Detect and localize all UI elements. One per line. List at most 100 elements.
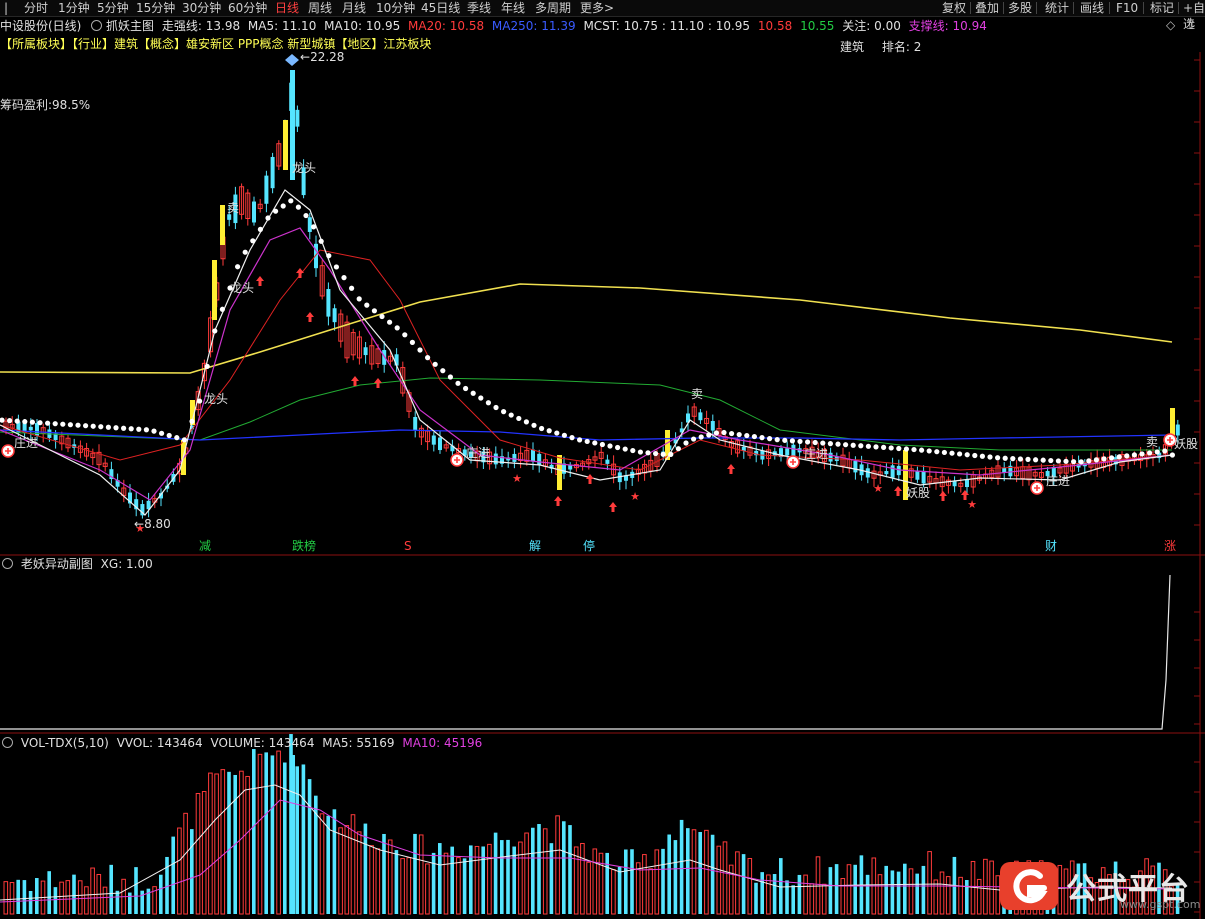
support-dot xyxy=(121,425,127,431)
support-dot xyxy=(371,308,377,314)
volume-bar xyxy=(747,858,753,915)
volume-bar xyxy=(190,829,194,914)
star-icon: ★ xyxy=(512,472,522,485)
sub-panel-title[interactable]: 老妖异动副图 xyxy=(21,557,93,571)
volume-bar xyxy=(779,858,783,914)
volume-bar xyxy=(72,874,76,914)
volume-bar xyxy=(413,833,417,914)
volume-bar xyxy=(524,832,529,915)
highlight-bar xyxy=(283,120,288,170)
volume-bar xyxy=(580,842,585,915)
support-dot xyxy=(295,204,301,210)
volume-bar xyxy=(500,840,504,914)
support-dot xyxy=(911,446,917,453)
support-dot xyxy=(288,198,294,204)
support-dot xyxy=(174,435,180,441)
dragon-signal: 龙头 xyxy=(204,392,229,406)
volume-bar xyxy=(716,845,722,915)
volume-bar xyxy=(208,772,213,915)
event-tag[interactable]: 减 xyxy=(199,539,211,553)
candle-body xyxy=(413,417,418,431)
support-dot xyxy=(1048,457,1054,464)
event-tag[interactable]: 跌榜 xyxy=(292,539,316,553)
support-dot xyxy=(1131,452,1137,458)
support-dot xyxy=(501,409,507,415)
candle-body xyxy=(915,470,920,480)
support-dot xyxy=(789,438,796,444)
event-tag[interactable]: 解 xyxy=(529,539,541,553)
support-dot xyxy=(143,427,149,433)
support-dot xyxy=(197,398,203,404)
support-dot xyxy=(691,436,697,442)
support-dot xyxy=(736,431,742,438)
volume-bar xyxy=(431,852,436,914)
candle-body xyxy=(698,412,703,421)
event-tag[interactable]: 停 xyxy=(583,539,595,553)
volume-bar xyxy=(171,836,175,914)
brand-logo-icon xyxy=(1000,862,1058,910)
support-dot xyxy=(957,451,963,457)
support-dot xyxy=(934,449,940,455)
brand-logo-glyph xyxy=(1013,869,1048,904)
support-dot xyxy=(1033,457,1039,463)
support-dot xyxy=(630,447,636,454)
volume-bar xyxy=(877,874,883,915)
volume-bar xyxy=(989,860,994,915)
support-dot xyxy=(751,433,758,440)
volume-bar xyxy=(22,880,27,914)
dragon-signal: 龙头 xyxy=(292,161,317,175)
volume-bar xyxy=(542,828,548,915)
sell-signal: 卖 xyxy=(227,201,240,215)
volume-bar xyxy=(933,879,939,915)
volume-bar xyxy=(109,864,113,914)
support-dot xyxy=(1093,457,1099,463)
support-dot xyxy=(1101,456,1107,462)
support-dot xyxy=(455,380,461,386)
support-dot xyxy=(159,430,165,436)
support-dot xyxy=(463,385,469,392)
candle-body xyxy=(884,471,889,475)
volume-bar xyxy=(369,845,374,915)
support-dot xyxy=(812,439,818,446)
support-dot xyxy=(873,444,879,450)
volume-bar xyxy=(301,764,306,914)
radio-icon[interactable] xyxy=(2,558,13,569)
candle-body xyxy=(853,461,858,473)
candle-body xyxy=(785,448,790,456)
volume-bar xyxy=(704,829,709,915)
support-dot xyxy=(805,439,811,445)
radio-icon[interactable] xyxy=(2,737,13,748)
support-dot xyxy=(508,412,514,418)
candle-body xyxy=(363,347,368,356)
support-dot xyxy=(379,313,385,320)
event-tag[interactable]: 财 xyxy=(1045,539,1057,553)
up-arrow-icon xyxy=(727,464,735,474)
volume-bar xyxy=(598,852,604,915)
support-dot xyxy=(546,428,552,434)
candle-body xyxy=(227,214,232,220)
candle-body xyxy=(394,354,399,366)
candle-body xyxy=(828,452,833,462)
vol-vvol: VVOL: 143464 xyxy=(116,736,203,750)
support-dot xyxy=(181,437,187,443)
support-dot xyxy=(637,449,644,455)
support-dot xyxy=(607,443,613,449)
volume-bar xyxy=(512,846,516,914)
volume-bar xyxy=(159,874,163,914)
volume-bar xyxy=(958,876,963,915)
volume-bar xyxy=(661,848,665,914)
enter-signal: 庄进 xyxy=(14,436,39,450)
volume-bar xyxy=(387,839,393,915)
support-dot xyxy=(1124,453,1130,459)
vol-panel-title[interactable]: VOL-TDX(5,10) xyxy=(21,736,109,750)
candle-body xyxy=(295,109,300,127)
support-dot xyxy=(774,437,780,443)
candle-body xyxy=(332,308,337,323)
volume-bar xyxy=(965,880,969,914)
signal-markers: ★★★★★ xyxy=(1,268,1177,535)
xg-signal-line xyxy=(0,574,1171,730)
event-tag[interactable]: 涨 xyxy=(1164,539,1176,553)
support-dot xyxy=(888,445,894,451)
volume-bar xyxy=(177,827,182,915)
event-tag[interactable]: S xyxy=(404,539,412,553)
